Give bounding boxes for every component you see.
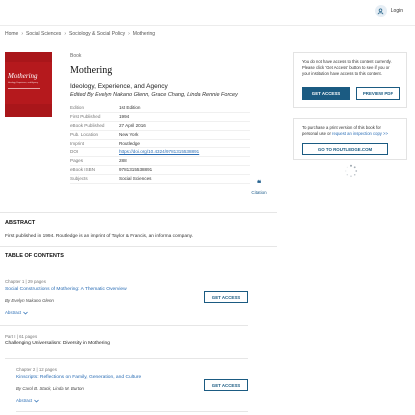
abstract-toggle[interactable]: Abstract xyxy=(5,310,28,315)
book-title: Mothering xyxy=(70,65,113,76)
chevron-right-icon: >> xyxy=(383,131,388,136)
meta-key: Edition xyxy=(70,105,85,110)
meta-value: 1st Edition xyxy=(119,105,141,110)
cover-subtitle: Ideology, Experience, and Agency xyxy=(8,82,39,84)
book-cover: Mothering Ideology, Experience, and Agen… xyxy=(5,52,52,117)
book-type-label: Book xyxy=(70,53,82,59)
meta-value: New York xyxy=(119,131,139,137)
spinner-icon xyxy=(345,164,358,177)
divider xyxy=(0,212,277,213)
by-prefix: By xyxy=(5,298,11,303)
preview-pdf-button[interactable]: PREVIEW PDF xyxy=(356,87,400,100)
meta-row: Imprint Routledge xyxy=(70,140,250,149)
meta-row: eBook ISBN 9781315538891 xyxy=(70,166,250,176)
chapter-meta: Chapter 2 | 12 pages xyxy=(16,367,57,372)
meta-key: Imprint xyxy=(70,140,85,146)
chapter-get-access-button[interactable]: GET ACCESS xyxy=(204,291,248,303)
part-meta: Part I | 61 pages xyxy=(5,334,38,339)
meta-key: First Published xyxy=(70,113,101,119)
quote-icon: ❝ xyxy=(256,179,262,188)
meta-value: Social Sciences xyxy=(119,176,152,182)
meta-row: First Published 1994 xyxy=(70,113,250,122)
user-icon xyxy=(374,5,387,17)
citation-button[interactable]: ❝ Citation xyxy=(249,179,269,196)
breadcrumb-separator: › xyxy=(64,31,66,37)
routledge-button[interactable]: GO TO ROUTLEDGE.COM xyxy=(302,143,388,155)
breadcrumb-separator: › xyxy=(21,31,24,37)
meta-row: Edition 1st Edition xyxy=(70,104,250,113)
meta-value: 288 xyxy=(119,158,127,164)
meta-key: eBook ISBN xyxy=(70,167,96,173)
abstract-toggle[interactable]: Abstract xyxy=(16,398,39,403)
book-metadata: Edition 1st Edition First Published 1994 e… xyxy=(70,104,250,185)
meta-row: eBook Published 27 April 2016 xyxy=(70,122,250,131)
author-names: Evelyn Nakano Glenn xyxy=(11,298,54,303)
abstract-heading: ABSTRACT xyxy=(5,220,36,226)
meta-row: DOI https://doi.org/10.4324/9781315538891 xyxy=(70,148,250,158)
print-purchase-panel: To purchase a print version of this book… xyxy=(293,118,407,160)
book-editors: Edited By Evelyn Nakano Glenn, Grace Cha… xyxy=(70,92,238,98)
meta-row: Pages 288 xyxy=(70,157,250,167)
inspection-copy-link[interactable]: request an inspection copy xyxy=(332,131,382,136)
chapter-title-link[interactable]: Social Constructions of Mothering: A The… xyxy=(5,287,127,292)
part-title: Challenging Universalism: Diversity in M… xyxy=(5,341,110,346)
chapter-get-access-button[interactable]: GET ACCESS xyxy=(204,379,248,391)
breadcrumb: Home › Social Sciences › Sociology & Soc… xyxy=(5,31,155,37)
meta-value: 1994 xyxy=(119,113,130,119)
meta-key: Pages xyxy=(70,158,84,164)
breadcrumb-current: Mothering xyxy=(132,31,156,37)
doi-link[interactable]: https://doi.org/10.4324/9781315538891 xyxy=(119,148,199,156)
cover-rule xyxy=(8,88,40,89)
login-label[interactable]: Login xyxy=(391,8,403,14)
breadcrumb-home[interactable]: Home xyxy=(5,31,18,37)
meta-key: Subjects xyxy=(70,176,88,182)
editor-names: Evelyn Nakano Glenn, Grace Chang, Linda … xyxy=(95,92,238,98)
abstract-toggle-label: Abstract xyxy=(16,398,33,403)
meta-row: Subjects Social Sciences xyxy=(70,175,250,185)
chapter-authors: By Evelyn Nakano Glenn xyxy=(5,298,54,303)
get-access-button[interactable]: GET ACCESS xyxy=(302,87,350,100)
meta-key: Pub. Location xyxy=(70,131,99,137)
author-names: Carol B. Stack, Linda M. Burton xyxy=(22,386,84,391)
access-message: You do not have access to this content c… xyxy=(302,59,392,76)
divider xyxy=(0,325,248,326)
print-message: To purchase a print version of this book… xyxy=(302,125,398,137)
meta-key: eBook Published xyxy=(70,122,105,128)
breadcrumb-separator: › xyxy=(128,31,130,37)
meta-value: 27 April 2016 xyxy=(119,122,146,128)
chapter-title-link[interactable]: Kinscripts: Reflections on Family, Gener… xyxy=(16,375,141,380)
top-bar: Login xyxy=(0,0,415,26)
abstract-text: First published in 1994. Routledge is an… xyxy=(5,234,194,239)
chevron-down-icon xyxy=(34,399,39,403)
toc-heading: TABLE OF CONTENTS xyxy=(5,253,64,259)
chevron-down-icon xyxy=(23,311,28,315)
meta-value: Routledge xyxy=(119,140,140,146)
divider xyxy=(5,358,248,359)
chapter-meta: Chapter 1 | 29 pages xyxy=(5,279,46,284)
divider xyxy=(0,246,277,247)
edited-by-prefix: Edited By xyxy=(70,92,94,98)
breadcrumb-social-sciences[interactable]: Social Sciences xyxy=(26,31,61,37)
meta-row: Pub. Location New York xyxy=(70,131,250,140)
by-prefix: By xyxy=(16,386,22,391)
meta-key: DOI xyxy=(70,149,79,155)
meta-value: 9781315538891 xyxy=(119,167,153,173)
chapter-authors: By Carol B. Stack, Linda M. Burton xyxy=(16,386,84,391)
abstract-toggle-label: Abstract xyxy=(5,310,22,315)
divider xyxy=(16,411,248,412)
book-subtitle: Ideology, Experience, and Agency xyxy=(70,83,168,90)
breadcrumb-sociology[interactable]: Sociology & Social Policy xyxy=(69,31,125,37)
cover-title: Mothering xyxy=(8,72,38,80)
login-button[interactable]: Login xyxy=(374,5,403,17)
access-panel: You do not have access to this content c… xyxy=(293,52,407,108)
citation-label: Citation xyxy=(251,190,267,195)
